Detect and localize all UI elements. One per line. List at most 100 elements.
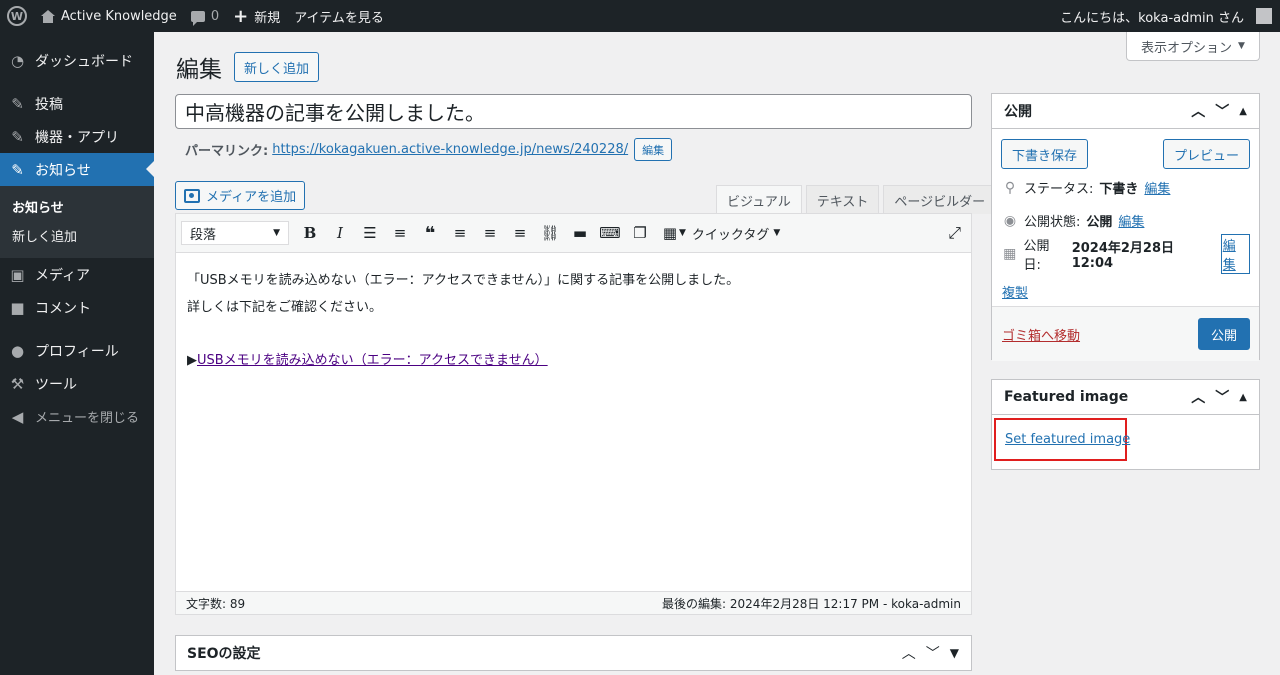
pin-icon: ✎ [11, 160, 24, 179]
wordpress-icon: W [7, 6, 27, 26]
editor-statusbar: 文字数: 89 最後の編集: 2024年2月28日 12:17 PM - kok… [176, 591, 971, 614]
sidebar-item-dashboard[interactable]: ◔ ダッシュボード [0, 44, 154, 77]
numbered-list-icon[interactable]: ≡ [385, 218, 415, 248]
chevron-down-icon: ▼ [1238, 41, 1245, 51]
visibility-value: 公開 [1086, 215, 1113, 230]
copy-icon[interactable]: ❐ [625, 218, 655, 248]
dashboard-icon: ◔ [10, 51, 25, 70]
permalink-edit-button[interactable]: 編集 [634, 138, 673, 161]
chevron-down-icon[interactable]: ﹀ [926, 643, 940, 663]
move-to-trash-link[interactable]: ゴミ箱へ移動 [1002, 325, 1080, 344]
chevron-down-icon[interactable]: ﹀ [1215, 101, 1229, 121]
permalink-url[interactable]: https://kokagakuen.active-knowledge.jp/n… [272, 142, 628, 157]
sidebar-item-news[interactable]: ✎ お知らせ [0, 153, 154, 186]
pin-icon: ✎ [11, 94, 24, 113]
view-item-link[interactable]: アイテムを見る [287, 0, 391, 32]
publish-button[interactable]: 公開 [1197, 318, 1250, 350]
collapse-menu-button[interactable]: ◀ メニューを閉じる [0, 400, 154, 433]
link-icon[interactable]: ⛓ [535, 218, 565, 248]
align-right-icon[interactable]: ≡ [505, 218, 535, 248]
chevron-down-icon: ▼ [273, 228, 280, 238]
read-more-icon[interactable]: ▬ [565, 218, 595, 248]
status-edit-link[interactable]: 編集 [1144, 178, 1170, 197]
format-value: 段落 [190, 227, 217, 243]
content-link-line: ▶USBメモリを読み込めない（エラー：アクセスできません） [187, 347, 960, 374]
comment-icon: ■ [10, 298, 25, 317]
chevron-down-icon[interactable]: ▼ [679, 228, 686, 238]
screen-options-button[interactable]: 表示オプション ▼ [1126, 32, 1260, 61]
visibility-edit-link[interactable]: 編集 [1118, 211, 1144, 230]
status-row: ⚲ ステータス: 下書き 編集 [1002, 171, 1249, 204]
my-account-menu[interactable]: こんにちは、koka-admin さん [1053, 0, 1280, 32]
eye-icon: ◉ [1003, 212, 1017, 229]
greeting: こんにちは、koka-admin さん [1060, 10, 1244, 26]
post-title-input[interactable]: 中高機器の記事を公開しました。 [175, 94, 972, 129]
chevron-up-icon[interactable]: ︿ [1191, 101, 1205, 121]
toggle-icon[interactable]: ▲ [1239, 392, 1247, 403]
sidebar-item-devices-apps[interactable]: ✎ 機器・アプリ [0, 120, 154, 153]
status-value: 下書き [1099, 182, 1139, 197]
calendar-icon: ▦ [1003, 245, 1017, 262]
wp-logo-menu[interactable]: W [0, 0, 34, 32]
sidebar-item-profile[interactable]: ● プロフィール [0, 334, 154, 367]
tab-visual[interactable]: ビジュアル [716, 185, 802, 214]
keyboard-icon[interactable]: ⌨ [595, 218, 625, 248]
sidebar-item-media[interactable]: ▣ メディア [0, 258, 154, 291]
misc-publishing-actions: ⚲ ステータス: 下書き 編集 ◉ 公開状態: 公開 編集 ▦ 公開日: 202… [992, 171, 1259, 274]
submenu-item-add-new[interactable]: 新しく追加 [0, 221, 154, 250]
chevron-up-icon[interactable]: ︿ [902, 643, 916, 663]
content-link[interactable]: USBメモリを読み込めない（エラー：アクセスできません） [197, 353, 548, 368]
comment-icon [190, 10, 205, 26]
avatar [1256, 8, 1272, 24]
content-paragraph: 詳しくは下記をご確認ください。 [187, 300, 383, 315]
tab-page-builder[interactable]: ページビルダー [883, 185, 997, 214]
media-icon: ▣ [10, 265, 25, 284]
new-content-menu[interactable]: + 新規 [226, 0, 287, 32]
editor-content[interactable]: 「USBメモリを読み込めない（エラー：アクセスできません）」に関する記事を公開し… [176, 253, 971, 388]
set-featured-image-link[interactable]: Set featured image [1005, 432, 1130, 447]
align-center-icon[interactable]: ≡ [475, 218, 505, 248]
sidebar-item-comments[interactable]: ■ コメント [0, 291, 154, 324]
chevron-up-icon[interactable]: ︿ [1191, 387, 1205, 407]
format-select[interactable]: 段落 ▼ [181, 221, 289, 245]
blockquote-icon[interactable]: ❝ [415, 218, 445, 248]
sidebar-item-label: お知らせ [35, 162, 91, 179]
plus-icon: + [233, 5, 249, 27]
add-media-button[interactable]: メディアを追加 [175, 181, 306, 210]
sidebar-item-posts[interactable]: ✎ 投稿 [0, 87, 154, 120]
toggle-icon[interactable]: ▼ [950, 646, 959, 660]
bullet-list-icon[interactable]: ☰ [355, 218, 385, 248]
tab-text[interactable]: テキスト [805, 185, 880, 214]
duplicate-link[interactable]: 複製 [1002, 282, 1028, 301]
align-left-icon[interactable]: ≡ [445, 218, 475, 248]
quicktags-menu[interactable]: クイックタグ ▼ [692, 224, 780, 243]
fullscreen-icon[interactable]: ⤢ [948, 223, 961, 243]
submenu-item-news[interactable]: お知らせ [0, 192, 154, 221]
sidebar-item-label: ダッシュボード [35, 53, 133, 70]
date-edit-link[interactable]: 編集 [1220, 233, 1251, 274]
pin-icon: ✎ [11, 127, 24, 146]
comments-link[interactable]: 0 [184, 0, 226, 32]
editor-tabs: ビジュアル テキスト ページビルダー [716, 185, 997, 214]
italic-icon[interactable]: I [325, 218, 355, 248]
screen-options-label: 表示オプション [1141, 40, 1233, 56]
pin-icon: ⚲ [1004, 179, 1016, 196]
bold-icon[interactable]: B [295, 218, 325, 248]
content-paragraph: 「USBメモリを読み込めない（エラー：アクセスできません）」に関する記事を公開し… [187, 273, 740, 288]
sidebar-item-tools[interactable]: ⚒ ツール [0, 367, 154, 400]
seo-box-title: SEOの設定 [187, 646, 261, 662]
featured-image-box: Featured image ︿ ﹀ ▲ Set featured image [991, 379, 1260, 470]
box-controls: ︿ ﹀ ▼ [902, 643, 971, 663]
preview-button[interactable]: プレビュー [1162, 139, 1250, 169]
permalink: パーマリンク: https://kokagakuen.active-knowle… [185, 138, 673, 161]
chevron-down-icon[interactable]: ﹀ [1215, 387, 1229, 407]
sidebar-item-label: コメント [35, 300, 91, 317]
page-title: 編集 [176, 57, 222, 83]
toggle-icon[interactable]: ▲ [1239, 106, 1247, 117]
page-heading: 編集 新しく追加 [176, 50, 320, 84]
add-new-button[interactable]: 新しく追加 [234, 52, 320, 82]
site-name-link[interactable]: Active Knowledge [34, 0, 184, 32]
permalink-label: パーマリンク: [185, 144, 269, 159]
media-icon [184, 188, 200, 203]
save-draft-button[interactable]: 下書き保存 [1001, 139, 1089, 169]
